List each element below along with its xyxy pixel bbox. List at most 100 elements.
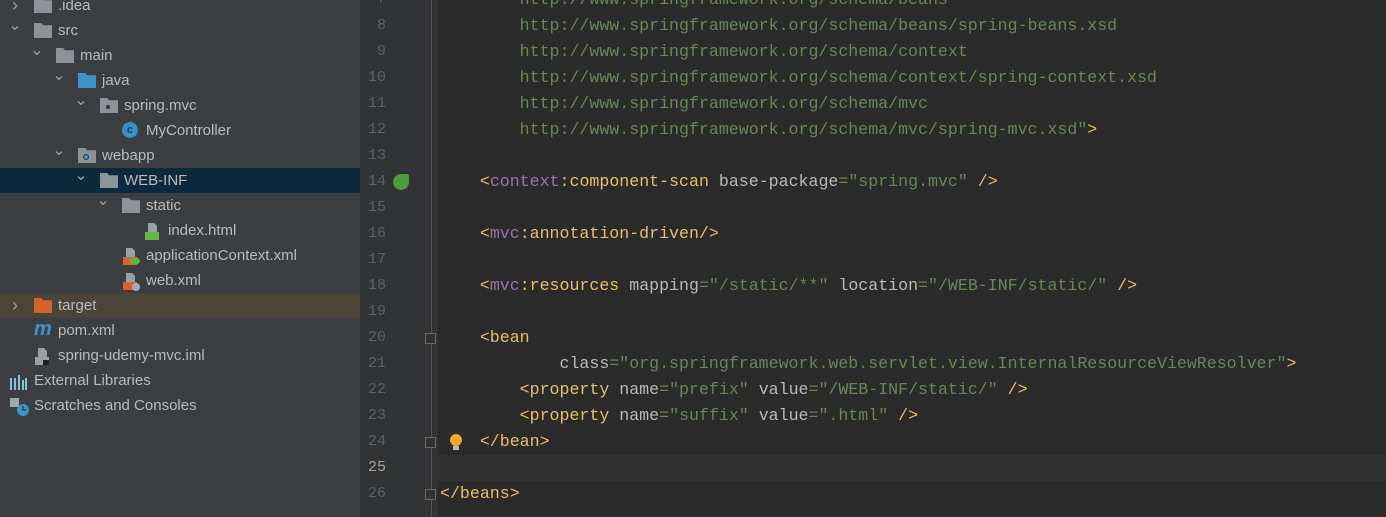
code-line[interactable]: <bean [440,325,1386,351]
code-token: /> [898,406,919,425]
code-line[interactable]: http://www.springframework.org/schema/mv… [440,117,1386,143]
code-line[interactable]: </beans> [440,481,1386,507]
code-line[interactable]: <mvc:resources mapping="/static/**" loca… [440,273,1386,299]
chevron-down-icon[interactable]: ⌄ [96,188,110,213]
code-line[interactable]: class="org.springframework.web.servlet.v… [440,351,1386,377]
tree-item[interactable]: ⌄ src [0,17,360,43]
chevron-down-icon[interactable]: ⌄ [52,138,66,163]
code-token: < [479,276,490,295]
code-token: < [479,224,490,243]
line-number: 20 [367,329,386,346]
code-line[interactable] [440,247,1386,273]
tree-item[interactable]: ⌄ java [0,67,360,93]
code-token: http://www.springframework.org/schema/co… [519,68,1157,87]
package-icon [100,98,118,113]
code-line[interactable]: <context:component-scan base-package="sp… [440,169,1386,195]
folder-icon [56,48,74,63]
folder-blue-icon [78,73,96,88]
tree-item-label: applicationContext.xml [146,247,297,264]
tree-item-label: .idea [58,0,91,14]
code-token: ="spring.mvc" [838,172,978,191]
code-token: > [1286,354,1297,373]
lightbulb-icon[interactable] [449,434,463,451]
tree-item[interactable]: Scratches and Consoles [0,393,360,418]
fold-marker-icon[interactable] [425,333,436,344]
tree-item[interactable]: web.xml [0,268,360,293]
tree-item[interactable]: spring-udemy-mvc.iml [0,343,360,368]
spring-bean-gutter-icon[interactable] [393,174,409,190]
folder-icon [34,0,52,13]
chevron-down-icon[interactable]: ⌄ [74,88,88,113]
code-token: /> [977,172,998,191]
code-token: http://www.springframework.org/schema/mv… [519,94,928,113]
line-number: 15 [367,199,386,216]
chevron-down-icon[interactable]: ⌄ [74,163,88,188]
tree-item[interactable]: ⌄ webapp [0,142,360,168]
code-token: value [758,406,809,425]
code-token: name [619,380,660,399]
chevron-down-icon[interactable]: ⌄ [30,38,44,63]
code-token: :annotation-driven/> [519,224,719,243]
line-number: 23 [367,407,386,424]
tree-item-label: main [80,47,113,64]
tree-item[interactable]: › target [0,293,360,318]
code-line[interactable] [440,299,1386,325]
line-number: 14 [367,173,386,190]
code-token: < [479,172,490,191]
code-line[interactable]: <mvc:annotation-driven/> [440,221,1386,247]
fold-marker-icon[interactable] [425,437,436,448]
line-number: 22 [367,381,386,398]
chevron-down-icon[interactable]: ⌄ [8,13,22,38]
spring-xml-file-icon [122,248,140,265]
tree-item[interactable]: ⌄ static [0,192,360,218]
tree-item[interactable]: ⌄ spring.mvc [0,92,360,118]
code-token: <property [519,406,620,425]
line-number: 16 [367,225,386,242]
tree-item[interactable]: applicationContext.xml [0,243,360,268]
tree-item-label: Scratches and Consoles [34,397,197,414]
fold-marker-icon[interactable] [425,489,436,500]
web-xml-file-icon [122,273,140,291]
tree-item-label: web.xml [146,272,202,289]
code-token: ="/WEB-INF/static/" [808,380,1008,399]
code-line[interactable]: http://www.springframework.org/schema/mv… [440,91,1386,117]
tree-item[interactable]: › .idea [0,0,360,18]
tree-item-label: src [58,22,78,39]
tree-item-label: External Libraries [34,372,151,389]
code-line[interactable] [440,195,1386,221]
code-token: location [838,276,919,295]
code-token: ="org.springframework.web.servlet.view.I… [609,354,1287,373]
project-tree[interactable]: › .idea ⌄ src ⌄ main ⌄ java ⌄ spring.mvc c MyContro… [0,0,360,517]
code-line[interactable]: http://www.springframework.org/schema/be… [440,0,1386,13]
code-line[interactable]: <property name="prefix" value="/WEB-INF/… [440,377,1386,403]
code-line[interactable]: http://www.springframework.org/schema/co… [440,39,1386,65]
line-number: 18 [367,277,386,294]
tree-item-label: spring.mvc [124,97,197,114]
code-token: </bean> [479,432,550,451]
code-token: /> [1117,276,1138,295]
code-line[interactable]: </bean> [440,429,1386,455]
tree-item[interactable]: m pom.xml [0,318,360,343]
tree-item-label: pom.xml [58,322,115,339]
tree-item[interactable]: index.html [0,218,360,243]
code-token: </beans> [440,484,520,503]
code-line[interactable] [440,143,1386,169]
folder-icon [122,198,140,213]
chevron-down-icon[interactable]: ⌄ [52,63,66,88]
code-token: ="suffix" [659,406,759,425]
code-line[interactable]: http://www.springframework.org/schema/co… [440,65,1386,91]
line-number: 11 [367,95,386,112]
code-token: <property [519,380,620,399]
code-line[interactable]: <property name="suffix" value=".html" /> [440,403,1386,429]
html-file-icon [144,223,162,240]
tree-item[interactable]: ⌄ WEB-INF [0,167,360,193]
tree-item[interactable]: External Libraries [0,368,360,393]
tree-item-label: spring-udemy-mvc.iml [58,347,205,364]
code-line[interactable]: http://www.springframework.org/schema/be… [440,13,1386,39]
code-token: mvc [489,276,520,295]
line-number: 26 [367,485,386,502]
line-number: 21 [367,355,386,372]
code-line[interactable] [440,455,1386,481]
code-token: :resources [519,276,630,295]
chevron-right-icon[interactable]: › [8,293,22,318]
